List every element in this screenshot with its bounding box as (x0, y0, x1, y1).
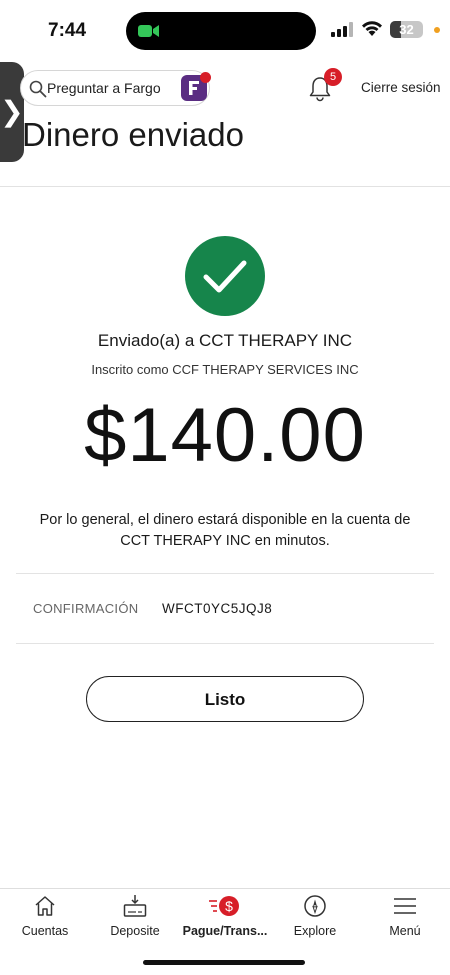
amount-sent: $140.00 (84, 393, 366, 478)
page-title: Dinero enviado (22, 116, 244, 153)
status-bar: 7:44 32 (0, 0, 450, 62)
menu-icon (394, 898, 416, 914)
confirmation-divider-top (16, 573, 434, 574)
success-check-icon (185, 236, 265, 316)
video-camera-icon (138, 25, 159, 37)
registered-name-line: Inscrito como CCF THERAPY SERVICES INC (91, 362, 359, 377)
tab-bar-divider (0, 888, 450, 889)
tab-explore[interactable]: Explore (270, 892, 360, 942)
dynamic-island (126, 12, 316, 50)
fargo-status-dot (200, 72, 211, 83)
tab-label: Pague/Trans... (182, 924, 268, 938)
tab-pay-transfer[interactable]: $ Pague/Trans... (180, 892, 270, 942)
notifications-button[interactable]: 5 (308, 68, 342, 102)
availability-line-1: Por lo general, el dinero estará disponi… (39, 512, 411, 528)
tab-label: Menú (389, 924, 421, 938)
pay-transfer-icon: $ (209, 896, 239, 916)
tab-deposit[interactable]: Deposite (90, 892, 180, 942)
side-drawer-handle[interactable]: ❯ (0, 62, 24, 162)
svg-text:$: $ (225, 898, 233, 914)
confirmation-number: WFCT0YC5JQJ8 (162, 601, 273, 616)
cellular-signal-icon (331, 22, 353, 37)
deposit-icon (123, 895, 147, 917)
home-indicator[interactable] (143, 960, 305, 965)
chevron-right-icon: ❯ (0, 96, 24, 127)
availability-message: Por lo general, el dinero estará disponi… (24, 510, 426, 552)
tab-label: Deposite (110, 924, 160, 938)
tab-menu[interactable]: Menú (360, 892, 450, 942)
checkmark-icon (203, 260, 247, 293)
tab-label: Cuentas (21, 924, 69, 938)
privacy-indicator-dot (434, 27, 440, 33)
tab-label: Explore (293, 924, 337, 938)
header-divider (0, 186, 450, 187)
notification-count-badge: 5 (324, 68, 342, 86)
wifi-icon (362, 21, 382, 36)
search-placeholder: Preguntar a Fargo (47, 80, 161, 96)
compass-icon (304, 895, 326, 917)
fargo-assistant-icon (181, 72, 211, 101)
recipient-line: Enviado(a) a CCT THERAPY INC (97, 331, 353, 350)
tab-accounts[interactable]: Cuentas (0, 892, 90, 942)
confirmation-label: CONFIRMACIÓN (33, 601, 139, 616)
battery-indicator: 32 (390, 21, 423, 38)
done-button[interactable]: Listo (86, 676, 364, 722)
home-icon (35, 896, 55, 916)
search-icon (29, 80, 47, 98)
availability-line-2: CCT THERAPY INC en minutos. (120, 533, 330, 549)
battery-percent: 32 (399, 22, 414, 37)
ask-fargo-search[interactable]: Preguntar a Fargo (20, 70, 211, 106)
confirmation-divider-bottom (16, 643, 434, 644)
logout-link[interactable]: Cierre sesión (361, 80, 441, 95)
status-time: 7:44 (48, 20, 87, 41)
